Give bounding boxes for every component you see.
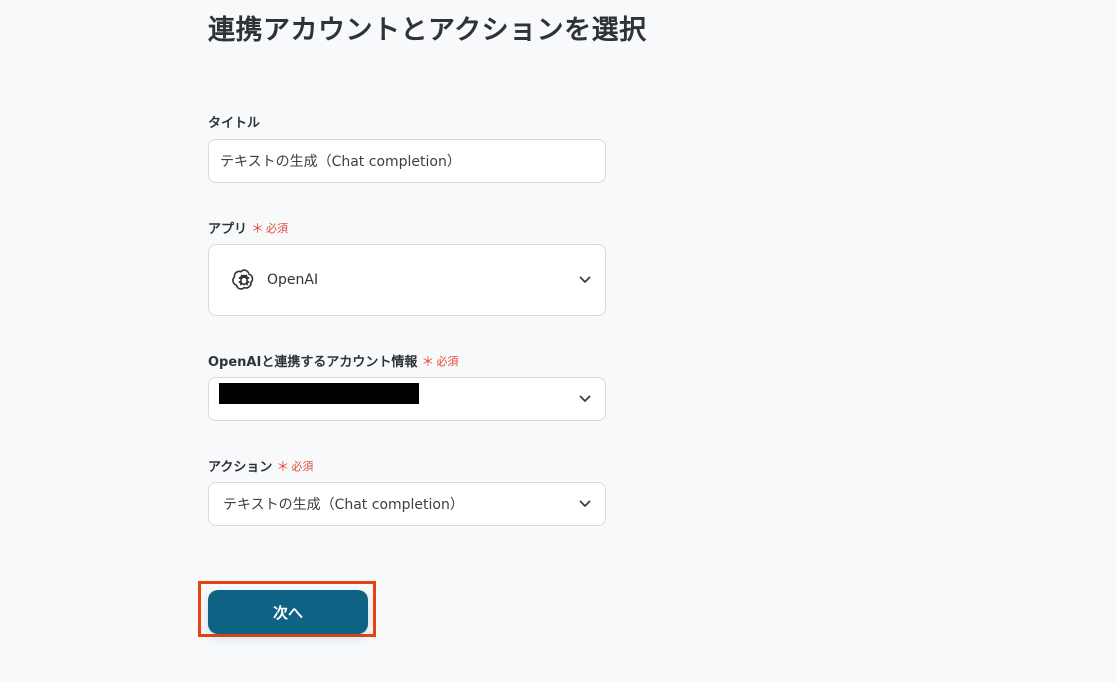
page: 連携アカウントとアクションを選択 タイトル テキストの生成（Chat compl… bbox=[0, 0, 1116, 682]
redacted-account-value bbox=[219, 383, 419, 404]
next-button[interactable]: 次へ bbox=[208, 590, 368, 634]
app-select-value: OpenAI bbox=[267, 272, 319, 288]
required-star: ＊ bbox=[251, 222, 265, 237]
action-field-label-text: アクション bbox=[208, 460, 273, 475]
title-field-label: タイトル bbox=[208, 112, 260, 131]
required-text: 必須 bbox=[436, 354, 459, 368]
account-field-label-text: OpenAIと連携するアカウント情報 bbox=[208, 355, 418, 370]
title-input-value: テキストの生成（Chat completion） bbox=[220, 154, 461, 170]
chevron-down-icon bbox=[579, 500, 591, 507]
required-badge: ＊ 必須 bbox=[421, 351, 459, 371]
action-select-value: テキストの生成（Chat completion） bbox=[223, 497, 464, 513]
action-select[interactable]: テキストの生成（Chat completion） bbox=[208, 482, 606, 526]
account-field-label: OpenAIと連携するアカウント情報 ＊ 必須 bbox=[208, 351, 459, 371]
title-field-label-text: タイトル bbox=[208, 116, 261, 131]
app-field-label: アプリ ＊ 必須 bbox=[208, 218, 289, 238]
openai-logo-icon bbox=[232, 269, 254, 290]
required-star: ＊ bbox=[276, 460, 290, 475]
required-text: 必須 bbox=[291, 459, 314, 473]
account-select[interactable] bbox=[208, 377, 606, 421]
action-field-label: アクション ＊ 必須 bbox=[208, 456, 314, 476]
chevron-down-icon bbox=[579, 395, 591, 402]
required-badge: ＊ 必須 bbox=[251, 218, 289, 238]
app-field-label-text: アプリ bbox=[208, 222, 248, 237]
title-input[interactable]: テキストの生成（Chat completion） bbox=[208, 139, 606, 183]
chevron-down-icon bbox=[579, 276, 591, 283]
app-select[interactable]: OpenAI bbox=[208, 244, 606, 316]
required-text: 必須 bbox=[266, 221, 289, 235]
required-star: ＊ bbox=[421, 355, 435, 370]
required-badge: ＊ 必須 bbox=[276, 456, 314, 476]
page-title: 連携アカウントとアクションを選択 bbox=[208, 15, 647, 46]
